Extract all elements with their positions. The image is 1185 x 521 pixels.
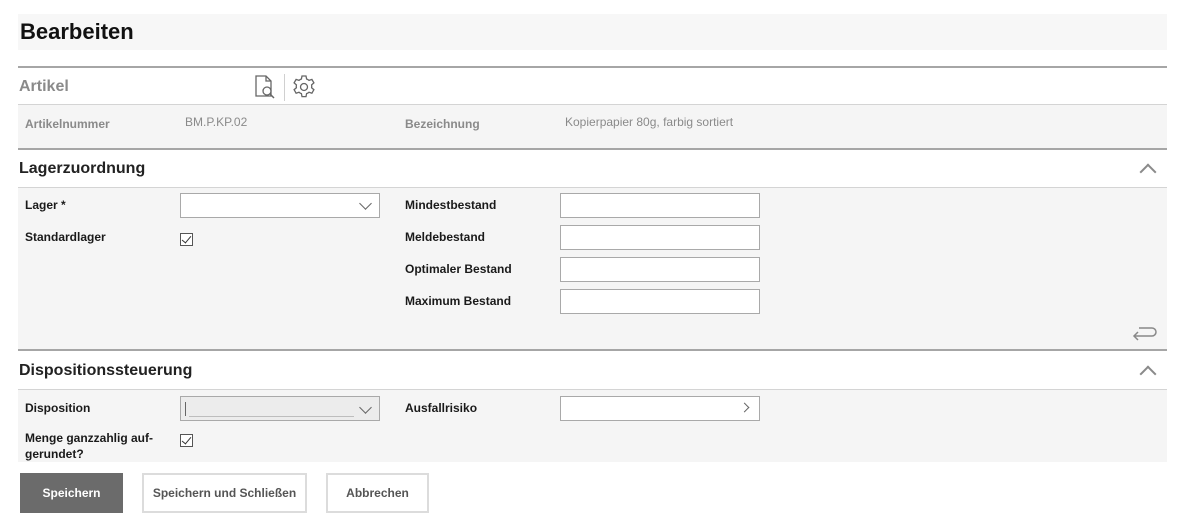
artikelnummer-value: BM.P.KP.02 [185, 115, 248, 129]
bezeichnung-label: Bezeichnung [405, 117, 480, 131]
menge-gerundet-checkbox[interactable] [180, 434, 193, 447]
gear-icon[interactable] [291, 74, 317, 100]
save-and-close-button[interactable]: Speichern und Schließen [142, 473, 307, 513]
lagerzuordnung-heading: Lagerzuordnung [19, 160, 146, 177]
ausfallrisiko-picker[interactable] [560, 396, 760, 421]
title-bar: Bearbeiten [18, 14, 1167, 50]
lagerzuordnung-header: Lagerzuordnung [18, 148, 1167, 188]
maximum-bestand-label: Maximum Bestand [405, 294, 512, 308]
lager-select[interactable] [180, 193, 380, 218]
artikelnummer-label: Artikelnummer [25, 117, 110, 131]
disposition-select[interactable] [180, 396, 380, 421]
artikel-body: Artikelnummer BM.P.KP.02 Bezeichnung Kop… [18, 105, 1167, 148]
mindestbestand-label: Mindestbestand [405, 198, 497, 212]
maximum-bestand-input[interactable] [560, 289, 760, 314]
dispositionssteuerung-heading: Dispositionssteuerung [19, 362, 193, 379]
select-underline [189, 416, 354, 417]
chevron-right-icon [739, 402, 750, 413]
ausfallrisiko-label: Ausfallrisiko [405, 401, 478, 415]
chevron-up-icon[interactable] [1139, 163, 1157, 181]
optimaler-bestand-label: Optimaler Bestand [405, 262, 512, 276]
chevron-down-icon [359, 401, 372, 414]
page-title: Bearbeiten [20, 19, 134, 44]
chevron-up-icon[interactable] [1139, 365, 1157, 383]
icon-divider [284, 74, 285, 101]
optimaler-bestand-input[interactable] [560, 257, 760, 282]
mindestbestand-input[interactable] [560, 193, 760, 218]
chevron-down-icon [359, 197, 372, 210]
standardlager-label: Standardlager [25, 230, 106, 244]
meldebestand-label: Meldebestand [405, 230, 486, 244]
cancel-button[interactable]: Abbrechen [326, 473, 429, 513]
save-button[interactable]: Speichern [20, 473, 123, 513]
standardlager-checkbox[interactable] [180, 233, 193, 246]
menge-label-line1: Menge ganzzahlig auf- [25, 431, 154, 445]
bezeichnung-value: Kopierpapier 80g, farbig sortiert [565, 115, 734, 129]
document-search-icon[interactable] [252, 74, 278, 100]
disposition-label: Disposition [25, 401, 91, 415]
lagerzuordnung-body: Lager * Standardlager Mindestbestand Mel… [18, 188, 1167, 349]
meldebestand-input[interactable] [560, 225, 760, 250]
dispositionssteuerung-body: Disposition Ausfallrisiko Menge ganzzahl… [18, 390, 1167, 462]
text-cursor [185, 402, 186, 416]
artikel-heading: Artikel [19, 78, 69, 95]
return-icon[interactable] [1130, 322, 1158, 342]
lager-label: Lager * [25, 198, 66, 212]
dispositionssteuerung-header: Dispositionssteuerung [18, 349, 1167, 390]
menge-label-line2: gerundet? [25, 447, 84, 461]
artikel-header: Artikel [18, 66, 1167, 105]
